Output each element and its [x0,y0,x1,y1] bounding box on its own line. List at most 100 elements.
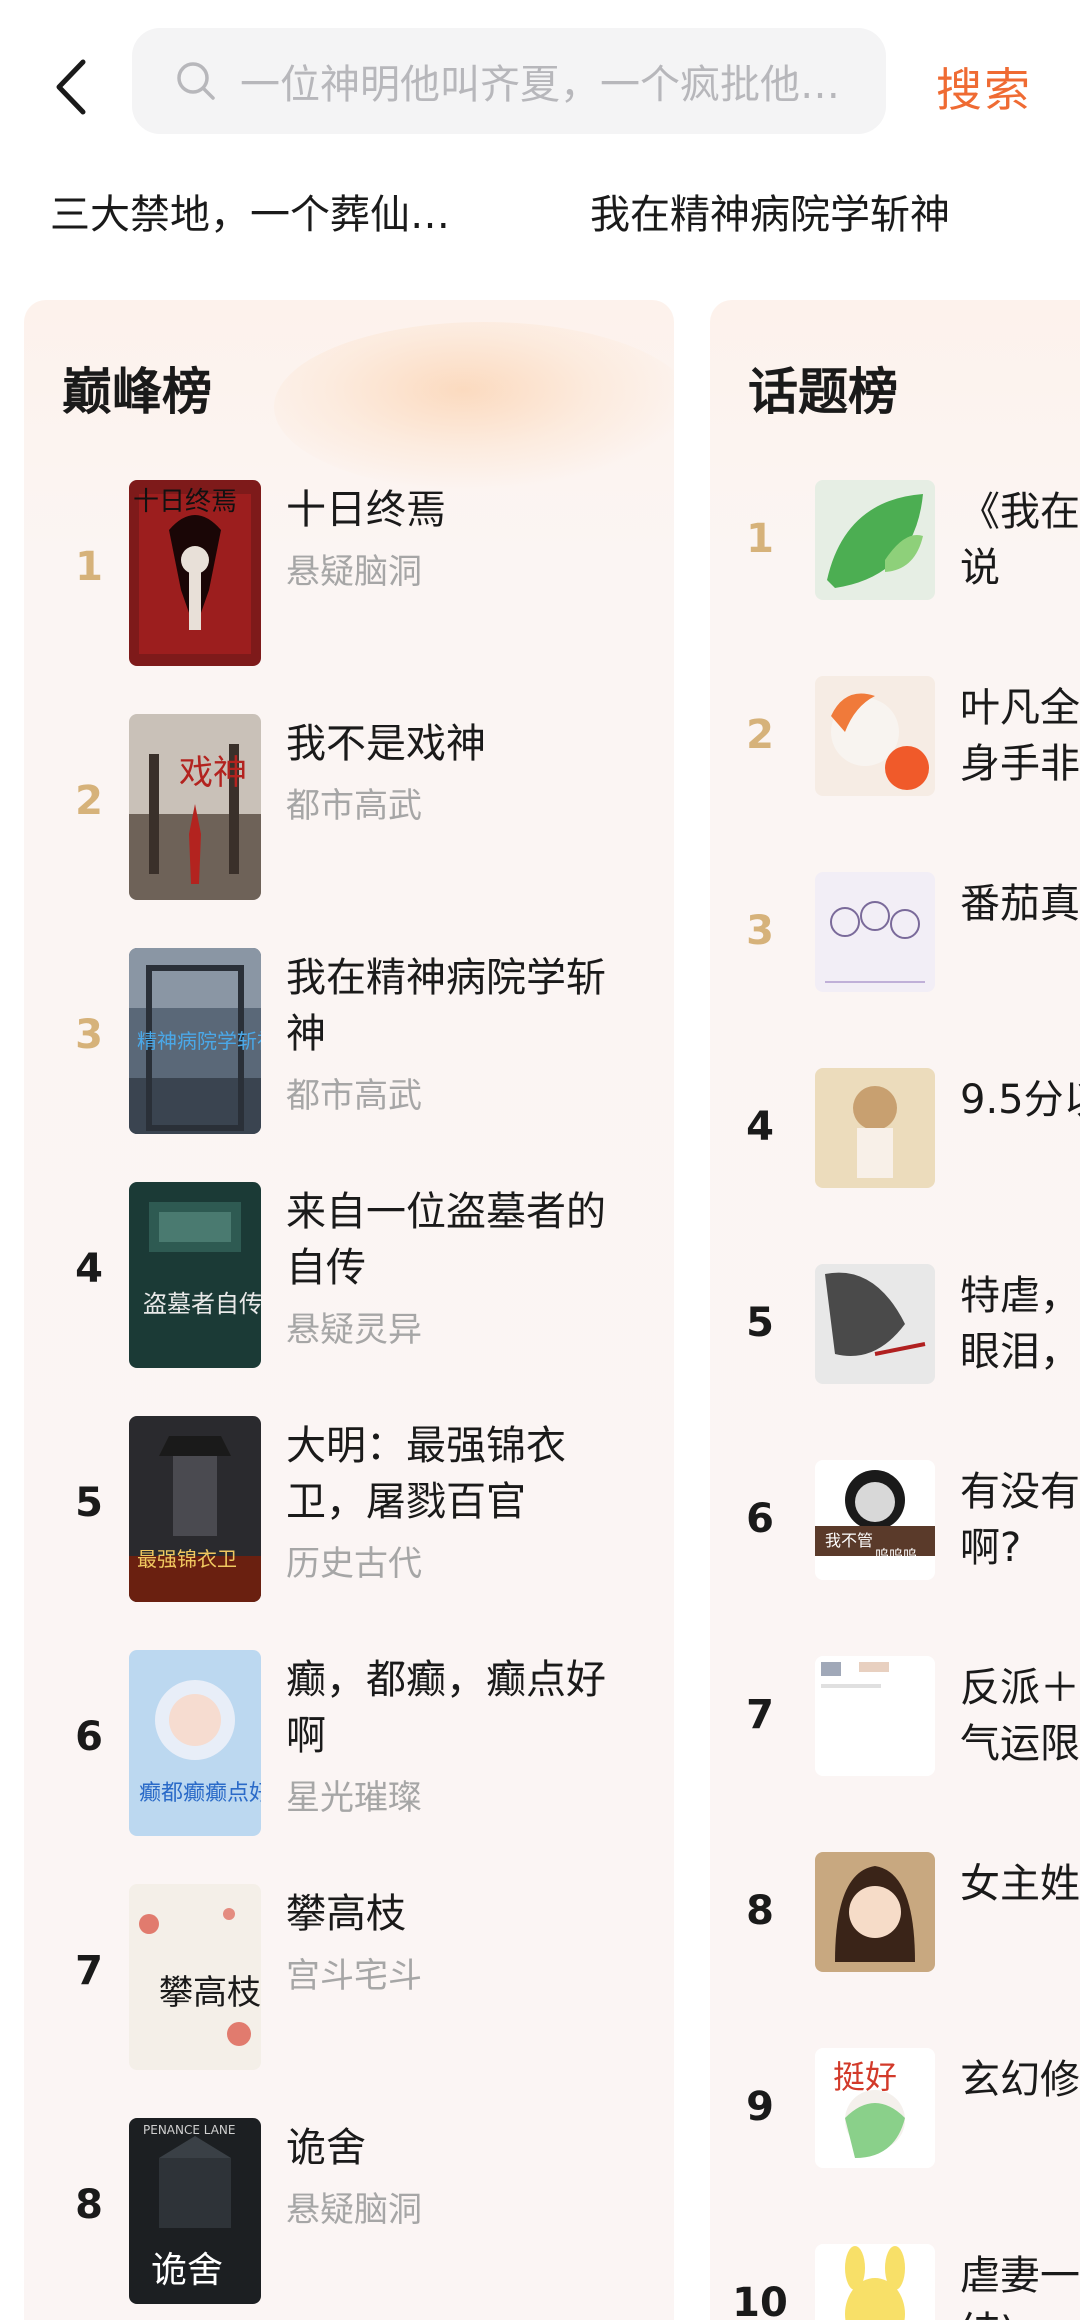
topic-title: 叶凡全 身手非 [960,685,1080,787]
search-button[interactable]: 搜索 [936,54,1032,120]
topic-thumbnail [815,2244,935,2320]
topic-item[interactable]: 5 特虐， 眼泪， [710,1264,1080,1394]
topic-item[interactable]: 4 9.5分以 [710,1068,1080,1198]
topic-item[interactable]: 10 虐妻一 结) [710,2244,1080,2320]
book-cover: 盗墓者自传 [129,1182,261,1368]
topic-title: 特虐， 眼泪， [960,1273,1080,1375]
book-item[interactable]: 3 精神病院学斩神 我在精神病院学斩神 都市高武 [24,948,674,1148]
book-title: 癫，都癫，癫点好啊 [286,1657,606,1759]
topic-item[interactable]: 2 叶凡全 身手非 [710,676,1080,806]
rank-number: 7 [75,1948,103,1994]
topic-title: 玄幻修 [960,2057,1080,2103]
suggestion-item[interactable]: 三大禁地，一个葬仙… [50,182,450,240]
rank-number: 5 [746,1300,774,1346]
topic-item[interactable]: 8 女主姓 [710,1852,1080,1982]
panel-title: 话题榜 [748,363,898,421]
book-title: 我在精神病院学斩神 [286,955,606,1057]
rank-number: 8 [746,1888,774,1934]
rank-number: 4 [746,1104,774,1150]
search-placeholder: 一位神明他叫齐夏，一个疯批他… [240,62,840,108]
book-item[interactable]: 6 癫都癫癫点好啊 癫，都癫，癫点好啊 星光璀璨 [24,1650,674,1850]
book-cover: 戏神 [129,714,261,900]
book-item[interactable]: 8 PENANCE LANE 诡舍 诡舍 悬疑脑洞 [24,2118,674,2318]
book-item[interactable]: 5 最强锦衣卫 大明：最强锦衣卫，屠戮百官 历史古代 [24,1416,674,1616]
peak-ranking-panel: 巅峰榜 1 十日终焉 十日终焉 悬疑脑洞 2 戏神 我不是戏神 都市高武 3 精… [24,300,674,2320]
topic-item[interactable]: 7 反派＋ 气运限 [710,1656,1080,1786]
topic-thumbnail [815,1852,935,1972]
book-cover: 十日终焉 [129,480,261,666]
topic-item[interactable]: 3 番茄真 [710,872,1080,1002]
rank-number: 2 [75,778,103,824]
book-cover: PENANCE LANE 诡舍 [129,2118,261,2304]
back-button[interactable] [40,52,100,122]
search-icon [177,62,215,100]
rank-number: 10 [732,2280,788,2320]
cover-text: 癫都癫癫点好啊 [139,1781,261,1806]
topic-item[interactable]: 6 我不管 呜呜呜 有没有 啊? [710,1460,1080,1590]
cover-text: 诡舍 [151,2250,223,2291]
rank-number: 7 [746,1692,774,1738]
book-title: 来自一位盗墓者的自传 [286,1189,606,1291]
cover-text: 呜呜呜 [875,1548,917,1564]
book-genre: 悬疑灵异 [286,1310,422,1350]
search-input[interactable]: 一位神明他叫齐夏，一个疯批他… [132,28,886,134]
rank-number: 5 [75,1480,103,1526]
book-genre: 都市高武 [286,1076,422,1116]
book-cover: 最强锦衣卫 [129,1416,261,1602]
book-genre: 都市高武 [286,786,422,826]
panel-title: 巅峰榜 [62,363,212,421]
rank-number: 1 [75,544,103,590]
book-genre: 悬疑脑洞 [286,552,422,592]
cover-text: 精神病院学斩神 [137,1029,261,1053]
rank-number: 3 [746,908,774,954]
topic-thumbnail: 我不管 呜呜呜 [815,1460,935,1580]
topic-title: 虐妻一 结) [960,2253,1080,2320]
book-item[interactable]: 2 戏神 我不是戏神 都市高武 [24,714,674,914]
topic-title: 《我在精 说 [960,489,1080,591]
topic-title: 反派＋ 气运限 [960,1665,1080,1767]
topic-title: 9.5分以 [960,1077,1080,1123]
topic-item[interactable]: 9 挺好 玄幻修 [710,2048,1080,2178]
cover-text: 戏神 [179,753,247,793]
topic-thumbnail [815,872,935,992]
topic-title: 有没有 啊? [960,1469,1080,1571]
topic-thumbnail [815,1656,935,1776]
rank-number: 3 [75,1012,103,1058]
book-item[interactable]: 1 十日终焉 十日终焉 悬疑脑洞 [24,480,674,680]
topic-ranking-panel: 话题榜 1 《我在精 说 2 叶凡全 身手非 3 番茄真 4 9.5分以 5 特… [710,300,1080,2320]
rank-number: 6 [75,1714,103,1760]
cover-text: 挺好 [833,2058,897,2096]
cover-text: 攀高枝 [159,1973,261,2013]
cover-text: 盗墓者自传 [143,1290,261,1318]
topic-thumbnail [815,1068,935,1188]
rank-number: 8 [75,2182,103,2228]
book-genre: 历史古代 [286,1544,422,1584]
panel-decoration [274,322,674,492]
rank-number: 1 [746,516,774,562]
topic-title: 女主姓 [960,1861,1080,1907]
book-title: 大明：最强锦衣卫，屠戮百官 [286,1423,566,1525]
book-item[interactable]: 7 攀高枝 攀高枝 宫斗宅斗 [24,1884,674,2084]
topic-thumbnail [815,480,935,600]
chevron-left-icon [56,59,86,115]
topic-thumbnail [815,1264,935,1384]
book-title: 十日终焉 [286,487,446,533]
suggestion-item[interactable]: 我在精神病院学斩神 [590,182,950,240]
topic-thumbnail [815,676,935,796]
search-header: 一位神明他叫齐夏，一个疯批他… 搜索 [0,0,1080,150]
cover-text: PENANCE LANE [143,2123,235,2137]
cover-text: 十日终焉 [133,487,237,517]
book-title: 攀高枝 [286,1891,406,1937]
topic-title: 番茄真 [960,881,1080,927]
cover-text: 最强锦衣卫 [137,1547,237,1571]
book-title: 诡舍 [286,2125,366,2171]
book-title: 我不是戏神 [286,721,486,767]
book-cover: 精神病院学斩神 [129,948,261,1134]
book-genre: 宫斗宅斗 [286,1956,422,1996]
book-genre: 悬疑脑洞 [286,2190,422,2230]
rank-number: 6 [746,1496,774,1542]
rank-number: 2 [746,712,774,758]
topic-item[interactable]: 1 《我在精 说 [710,480,1080,610]
book-item[interactable]: 4 盗墓者自传 来自一位盗墓者的自传 悬疑灵异 [24,1182,674,1382]
book-genre: 星光璀璨 [286,1778,422,1818]
